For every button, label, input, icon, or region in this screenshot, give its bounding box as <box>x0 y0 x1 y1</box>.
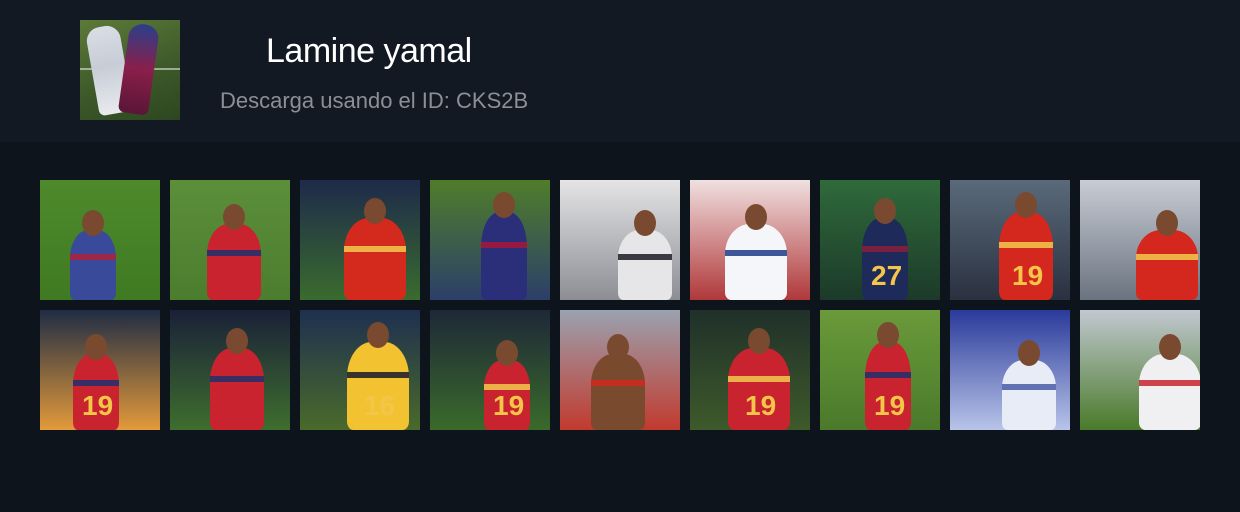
kit-accent <box>70 254 116 260</box>
player-head <box>493 192 515 218</box>
thumbnail-clip-10[interactable]: 19 <box>40 310 160 430</box>
jersey-number: 16 <box>364 390 396 421</box>
thumbnail-clip-6[interactable] <box>690 180 810 300</box>
player-head <box>748 328 770 354</box>
kit-accent <box>999 242 1053 248</box>
thumbnail-clip-15[interactable]: 19 <box>690 310 810 430</box>
player-head <box>226 328 248 354</box>
player-head <box>874 198 896 224</box>
player-body <box>591 354 645 430</box>
thumbnail-clip-5[interactable] <box>560 180 680 300</box>
jersey-number: 19 <box>82 390 114 421</box>
jersey-number: 19 <box>745 390 777 421</box>
kit-accent <box>347 372 409 378</box>
kit-accent <box>1136 254 1198 260</box>
download-id-text: Descarga usando el ID: CKS2B <box>220 88 529 113</box>
player-body <box>344 218 406 300</box>
kit-accent <box>1002 384 1056 390</box>
thumbnail-clip-4[interactable] <box>430 180 550 300</box>
kit-accent <box>862 246 908 252</box>
player-body <box>481 212 527 300</box>
player-head <box>1015 192 1037 218</box>
player-head <box>745 204 767 230</box>
thumbnail-grid: 27 19 19 16 19 19 19 <box>40 180 1200 430</box>
thumbnail-clip-2[interactable] <box>170 180 290 300</box>
thumbnail-clip-7[interactable]: 27 <box>820 180 940 300</box>
player-head <box>223 204 245 230</box>
player-head <box>367 322 389 348</box>
player-body <box>1002 360 1056 430</box>
player-head <box>1018 340 1040 366</box>
thumbnail-clip-13[interactable]: 19 <box>430 310 550 430</box>
player-body <box>1136 230 1198 300</box>
player-head <box>607 334 629 360</box>
profile-avatar <box>80 20 180 120</box>
player-head <box>496 340 518 366</box>
kit-accent <box>1139 380 1200 386</box>
player-head <box>82 210 104 236</box>
player-body <box>70 230 116 300</box>
kit-accent <box>344 246 406 252</box>
player-figure-right <box>117 22 161 116</box>
jersey-number: 19 <box>1012 260 1044 291</box>
thumbnail-clip-18[interactable] <box>1080 310 1200 430</box>
kit-accent <box>728 376 790 382</box>
kit-accent <box>618 254 672 260</box>
kit-accent <box>73 380 119 386</box>
player-head <box>1156 210 1178 236</box>
jersey-number: 27 <box>871 260 903 291</box>
thumbnail-clip-9[interactable] <box>1080 180 1200 300</box>
thumbnail-clip-11[interactable] <box>170 310 290 430</box>
thumbnail-clip-12[interactable]: 16 <box>300 310 420 430</box>
thumbnail-clip-16[interactable]: 19 <box>820 310 940 430</box>
jersey-number: 19 <box>874 390 906 421</box>
thumbnail-clip-14[interactable] <box>560 310 680 430</box>
player-head <box>877 322 899 348</box>
thumbnail-clip-17[interactable] <box>950 310 1070 430</box>
player-head <box>85 334 107 360</box>
jersey-number: 19 <box>493 390 525 421</box>
thumbnail-clip-3[interactable] <box>300 180 420 300</box>
thumbnail-clip-8[interactable]: 19 <box>950 180 1070 300</box>
kit-accent <box>207 250 261 256</box>
player-body <box>207 224 261 300</box>
kit-accent <box>210 376 264 382</box>
player-head <box>634 210 656 236</box>
profile-title: Lamine yamal <box>266 32 472 70</box>
player-head <box>364 198 386 224</box>
player-body <box>1139 354 1200 430</box>
player-body <box>618 230 672 300</box>
profile-header: Lamine yamal Descarga usando el ID: CKS2… <box>0 0 1240 142</box>
kit-accent <box>725 250 787 256</box>
player-body <box>725 224 787 300</box>
player-body <box>210 348 264 430</box>
thumbnail-clip-1[interactable] <box>40 180 160 300</box>
kit-accent <box>865 372 911 378</box>
player-head <box>1159 334 1181 360</box>
kit-accent <box>591 380 645 386</box>
kit-accent <box>481 242 527 248</box>
